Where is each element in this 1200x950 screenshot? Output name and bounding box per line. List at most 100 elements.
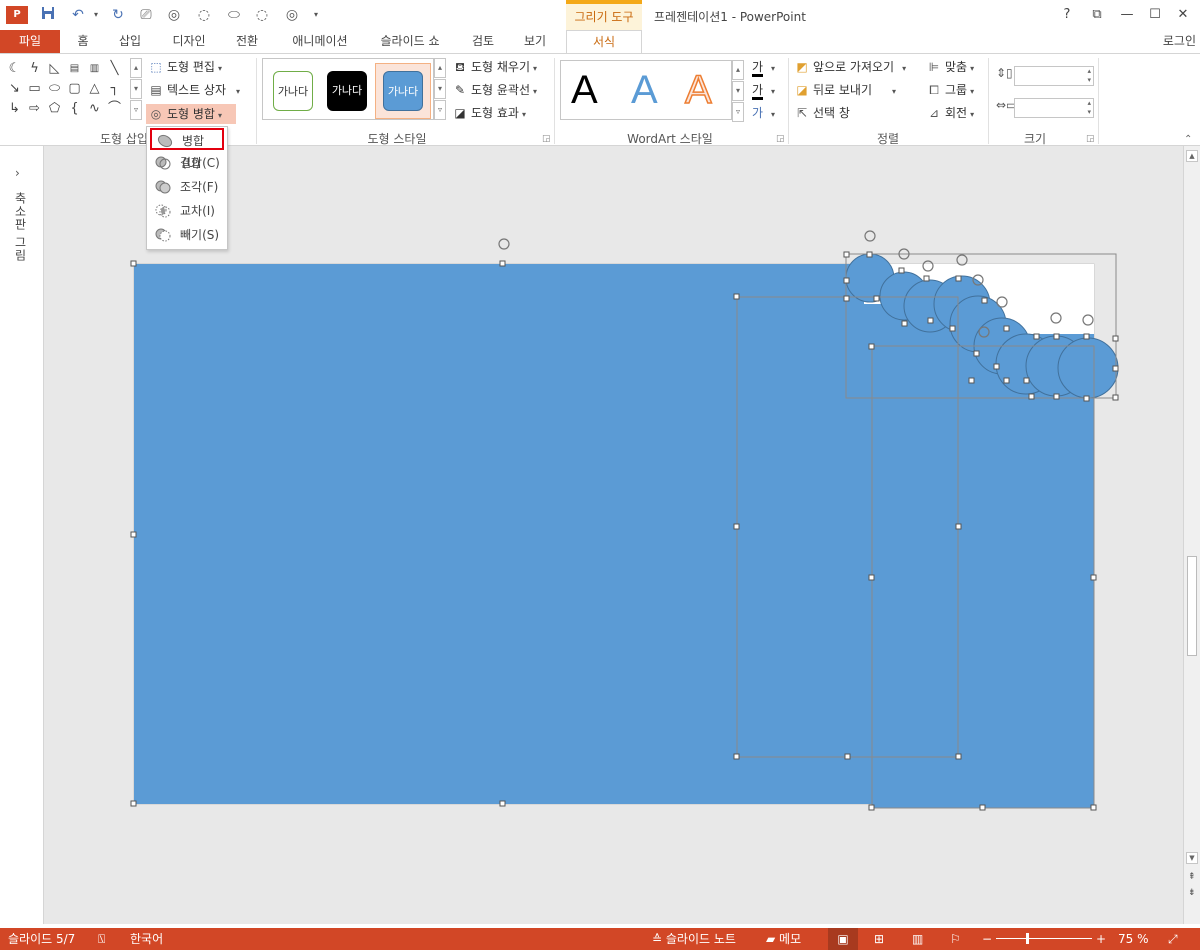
wordart-scroll-down[interactable]: ▾ bbox=[732, 81, 744, 101]
rectangle-shape-icon[interactable]: ▭ bbox=[26, 80, 43, 97]
vertical-textbox-shape-icon[interactable]: ▥ bbox=[86, 60, 103, 77]
notes-button[interactable]: ≙ 슬라이드 노트 bbox=[652, 928, 736, 950]
shape-fill-button[interactable]: ⛾ 도형 채우기 ▾ bbox=[452, 57, 537, 77]
style-preset-blue[interactable]: 가나다 bbox=[383, 71, 423, 111]
close-button[interactable]: ✕ bbox=[1172, 4, 1194, 26]
text-box-button[interactable]: ▤ 텍스트 상자 ▾ bbox=[148, 80, 240, 100]
elbow-connector-shape-icon[interactable]: ┐ bbox=[106, 80, 123, 97]
text-outline-button[interactable]: 가 ▾ bbox=[752, 80, 775, 100]
height-input[interactable]: ▴ ▾ bbox=[1014, 66, 1094, 86]
blue-rectangle-shape-2[interactable] bbox=[872, 346, 1094, 808]
zoom-level[interactable]: 75 % bbox=[1118, 928, 1149, 950]
text-fill-button[interactable]: 가 ▾ bbox=[752, 57, 775, 77]
group-button[interactable]: ⧠ 그룹 ▾ bbox=[926, 80, 974, 100]
gallery-more[interactable]: ▿ bbox=[130, 100, 142, 120]
shape-outline-button[interactable]: ✎ 도형 윤곽선 ▾ bbox=[452, 80, 537, 100]
dialog-launcher-icon[interactable]: ◲ bbox=[776, 134, 785, 144]
line-shape-icon[interactable]: ╲ bbox=[106, 60, 123, 77]
oval-shape-icon[interactable]: ⬭ bbox=[46, 80, 63, 97]
merge-fragment-menu-item[interactable]: 조각(F) bbox=[150, 176, 224, 198]
merge-intersect-menu-item[interactable]: 교차(I) bbox=[150, 200, 224, 222]
minimize-button[interactable]: — bbox=[1116, 4, 1138, 26]
wordart-scroll-up[interactable]: ▴ bbox=[732, 60, 744, 80]
scroll-up-arrow[interactable]: ▲ bbox=[1186, 150, 1198, 162]
previous-slide-icon[interactable]: ⇞ bbox=[1188, 872, 1196, 882]
collapse-ribbon-icon[interactable]: ⌃ bbox=[1184, 134, 1192, 145]
scroll-thumb[interactable] bbox=[1187, 556, 1197, 656]
next-slide-icon[interactable]: ⇟ bbox=[1188, 888, 1196, 898]
lightning-shape-icon[interactable]: ϟ bbox=[26, 60, 43, 77]
maximize-button[interactable]: ☐ bbox=[1144, 4, 1166, 26]
thumbnail-panel-collapsed[interactable]: › 축소판 그림 bbox=[0, 146, 44, 924]
width-input[interactable]: ▴ ▾ bbox=[1014, 98, 1094, 118]
undo-dropdown-icon[interactable]: ▾ bbox=[86, 6, 106, 24]
textbox-shape-icon[interactable]: ▤ bbox=[66, 60, 83, 77]
customize-toolbar-icon[interactable]: ▾ bbox=[306, 6, 326, 24]
rounded-rectangle-shape-icon[interactable]: ▢ bbox=[66, 80, 83, 97]
merge-shapes-button[interactable]: ◎ 도형 병합 ▾ bbox=[146, 104, 236, 124]
bring-forward-button[interactable]: ◩ 앞으로 가져오기 ▾ bbox=[794, 57, 906, 77]
dialog-launcher-icon[interactable]: ◲ bbox=[1086, 134, 1095, 144]
wordart-orange-outline[interactable]: A bbox=[684, 67, 712, 113]
moon-shape-icon[interactable]: ☾ bbox=[6, 60, 23, 77]
slide-sorter-view-button[interactable]: ⊞ bbox=[874, 928, 884, 950]
slide-canvas[interactable] bbox=[44, 146, 1183, 924]
align-button[interactable]: ⊫ 맞춤 ▾ bbox=[926, 57, 974, 77]
pentagon-arrow-shape-icon[interactable]: ⬠ bbox=[46, 100, 63, 117]
gallery-scroll-up[interactable]: ▴ bbox=[130, 58, 142, 78]
scroll-down-arrow[interactable]: ▼ bbox=[1186, 852, 1198, 864]
fit-to-window-icon[interactable]: ⤢ bbox=[1168, 928, 1178, 950]
circle-shape[interactable] bbox=[1057, 337, 1119, 399]
wordart-black[interactable]: A bbox=[571, 67, 598, 113]
edit-shape-button[interactable]: ⬚ 도형 편집 ▾ bbox=[148, 57, 222, 77]
subtract-shapes-icon[interactable]: ◎ bbox=[282, 6, 302, 24]
arc-shape-icon[interactable]: ⌒ bbox=[106, 100, 123, 117]
powerpoint-logo-icon[interactable]: P bbox=[6, 6, 28, 24]
tab-file[interactable]: 파일 bbox=[0, 30, 60, 53]
slide-editing-area[interactable] bbox=[44, 146, 1183, 924]
expand-thumbnails-icon[interactable]: › bbox=[15, 166, 20, 180]
width-spinner-icon[interactable]: ▴ ▾ bbox=[1087, 99, 1091, 117]
dialog-launcher-icon[interactable]: ◲ bbox=[542, 134, 551, 144]
language-indicator[interactable]: 한국어 bbox=[130, 928, 163, 950]
help-button[interactable]: ? bbox=[1056, 4, 1078, 26]
slide-show-button[interactable]: ⚐ bbox=[950, 928, 961, 950]
tab-transitions[interactable]: 전환 bbox=[226, 30, 268, 53]
text-effects-button[interactable]: 가 ▾ bbox=[752, 103, 775, 123]
from-start-icon[interactable]: ⎚ bbox=[136, 6, 156, 24]
shape-effects-button[interactable]: ◪ 도형 효과 ▾ bbox=[452, 103, 526, 123]
save-icon[interactable] bbox=[38, 6, 58, 24]
merge-subtract-menu-item[interactable]: 빼기(S) bbox=[150, 224, 224, 246]
redo-icon[interactable]: ↻ bbox=[108, 6, 128, 24]
undo-icon[interactable]: ↶ bbox=[68, 6, 88, 24]
sign-in-link[interactable]: 로그인 bbox=[1163, 32, 1196, 49]
comments-button[interactable]: ▰ 메모 bbox=[766, 928, 801, 950]
tab-review[interactable]: 검토 bbox=[462, 30, 504, 53]
right-arrow-shape-icon[interactable]: ⇨ bbox=[26, 100, 43, 117]
style-preset-outline[interactable]: 가나다 bbox=[273, 71, 313, 111]
zoom-slider-track[interactable] bbox=[996, 938, 1092, 939]
rotate-button[interactable]: ⊿ 회전 ▾ bbox=[926, 103, 974, 123]
styles-scroll-down[interactable]: ▾ bbox=[434, 79, 446, 99]
height-spinner-icon[interactable]: ▴ ▾ bbox=[1087, 67, 1091, 85]
tab-home[interactable]: 홈 bbox=[68, 30, 98, 53]
wordart-more[interactable]: ▿ bbox=[732, 102, 744, 122]
combine-shapes-icon[interactable]: ◌ bbox=[194, 6, 214, 24]
send-backward-button[interactable]: ◪ 뒤로 보내기 ▾ bbox=[794, 80, 896, 100]
intersect-shapes-icon[interactable]: ◌ bbox=[252, 6, 272, 24]
tab-insert[interactable]: 삽입 bbox=[110, 30, 150, 53]
zoom-in-button[interactable]: + bbox=[1096, 928, 1106, 950]
zoom-slider-thumb[interactable] bbox=[1026, 933, 1029, 944]
tab-format[interactable]: 서식 bbox=[566, 30, 642, 54]
zoom-out-button[interactable]: − bbox=[982, 928, 992, 950]
styles-scroll-up[interactable]: ▴ bbox=[434, 58, 446, 78]
style-preset-dark[interactable]: 가나다 bbox=[327, 71, 367, 111]
selection-pane-button[interactable]: ⇱ 선택 창 bbox=[794, 103, 850, 123]
brace-shape-icon[interactable]: { bbox=[66, 100, 83, 117]
wordart-blue[interactable]: A bbox=[631, 67, 658, 113]
tab-design[interactable]: 디자인 bbox=[162, 30, 216, 53]
ribbon-display-options-button[interactable]: ⧉ bbox=[1086, 4, 1108, 26]
reading-view-button[interactable]: ▥ bbox=[912, 928, 923, 950]
tab-view[interactable]: 보기 bbox=[514, 30, 556, 53]
curve-shape-icon[interactable]: ∿ bbox=[86, 100, 103, 117]
